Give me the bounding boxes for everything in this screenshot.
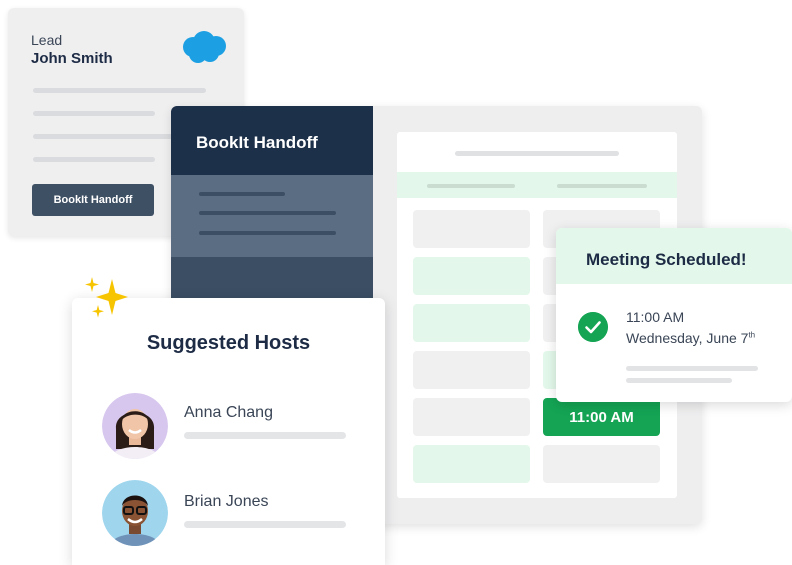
lead-label: Lead xyxy=(31,32,63,48)
placeholder-line xyxy=(33,134,183,139)
placeholder-line xyxy=(455,151,619,156)
time-slot[interactable] xyxy=(413,445,530,483)
time-slot[interactable] xyxy=(413,210,530,248)
meeting-time: 11:00 AM xyxy=(626,309,685,325)
selected-time-slot[interactable]: 11:00 AM xyxy=(543,398,660,436)
meeting-date: Wednesday, June 7th xyxy=(626,330,755,346)
time-slot[interactable] xyxy=(413,398,530,436)
placeholder-line xyxy=(199,211,336,215)
hosts-title: Suggested Hosts xyxy=(146,332,311,354)
avatar-anna xyxy=(102,393,168,459)
placeholder-line xyxy=(33,111,155,116)
placeholder-line xyxy=(199,192,285,196)
placeholder-line xyxy=(184,521,346,528)
placeholder-line xyxy=(557,184,647,188)
sidebar-header: BookIt Handoff xyxy=(171,106,373,175)
placeholder-line xyxy=(427,184,515,188)
time-slot[interactable] xyxy=(413,257,530,295)
meeting-date-text: Wednesday, June 7 xyxy=(626,330,749,346)
meeting-date-suffix: th xyxy=(748,330,756,340)
avatar-person-icon xyxy=(102,393,168,459)
lead-name: John Smith xyxy=(31,50,113,67)
time-slot[interactable] xyxy=(543,445,660,483)
avatar-brian xyxy=(102,480,168,546)
time-slot[interactable] xyxy=(413,351,530,389)
bookit-handoff-button[interactable]: BookIt Handoff xyxy=(32,184,154,216)
sidebar-title: BookIt Handoff xyxy=(196,133,318,152)
sidebar-section xyxy=(171,175,373,257)
suggested-hosts-card: Suggested Hosts Anna Chang Brian Jones xyxy=(72,298,385,565)
meeting-card-header: Meeting Scheduled! xyxy=(556,228,792,284)
sparkle-icon xyxy=(85,277,128,318)
host-name[interactable]: Brian Jones xyxy=(184,493,269,511)
meeting-scheduled-card: Meeting Scheduled! 11:00 AM Wednesday, J… xyxy=(556,228,792,402)
time-slot[interactable] xyxy=(413,304,530,342)
placeholder-line xyxy=(184,432,346,439)
placeholder-line xyxy=(33,157,155,162)
host-name[interactable]: Anna Chang xyxy=(184,404,273,422)
placeholder-line xyxy=(626,366,758,371)
avatar-person-icon xyxy=(102,480,168,546)
meeting-title: Meeting Scheduled! xyxy=(586,250,747,269)
placeholder-line xyxy=(199,231,336,235)
cloud-icon xyxy=(183,31,226,63)
placeholder-line xyxy=(33,88,206,93)
check-circle-icon xyxy=(578,312,608,342)
calendar-header-band xyxy=(397,172,677,198)
placeholder-line xyxy=(626,378,732,383)
